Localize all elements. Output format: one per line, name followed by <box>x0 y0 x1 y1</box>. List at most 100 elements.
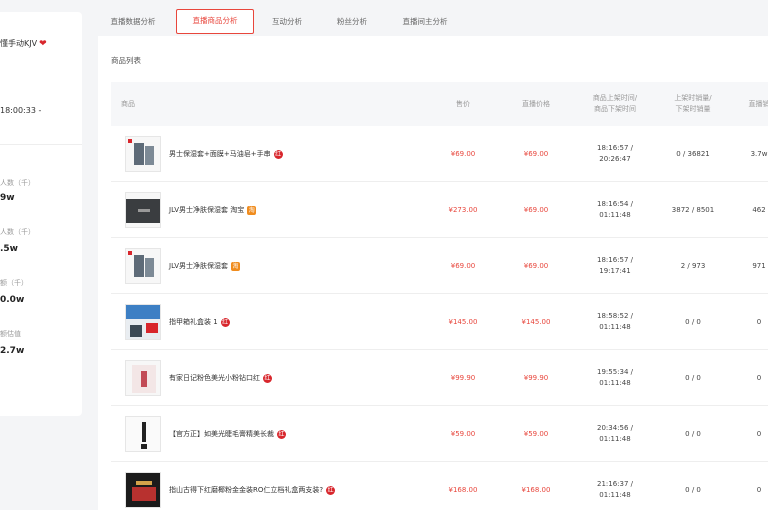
price-cell: ¥99.90 <box>450 373 476 382</box>
thumbnail-art <box>132 487 156 501</box>
thumbnail-art <box>142 422 146 442</box>
stat-label: 额（千） <box>0 279 28 287</box>
product-name[interactable]: 有家日记粉色美光小粉钻口红红 <box>169 350 272 406</box>
product-thumbnail[interactable] <box>125 472 161 508</box>
col-product: 商品 <box>121 100 135 108</box>
shelf-count-cell: 0 / 0 <box>685 485 701 494</box>
thumbnail-art <box>136 481 152 485</box>
tab-interaction[interactable]: 互动分析 <box>260 10 314 34</box>
tab-host[interactable]: 直播间主分析 <box>390 10 460 34</box>
shelf-time-cell: 21:16:37 / 01:11:48 <box>596 480 634 499</box>
platform-badge-icon: 淘 <box>230 261 240 271</box>
product-name-text: 指山古得下红磨椰粉金金装RO仁立档礼盒两支装? <box>169 486 324 494</box>
shelf-count-cell: 0 / 0 <box>685 429 701 438</box>
price-cell: ¥145.00 <box>448 317 478 326</box>
table-header: 商品 售价 直播价格 商品上架时间/ 商品下架时间 上架时销量/ 下架时销量 直… <box>111 82 768 126</box>
table-row[interactable]: 指甲箱礼盒装 1红 ¥145.00 ¥145.00 18:58:52 / 01:… <box>111 294 768 350</box>
platform-badge-icon: 红 <box>220 317 230 327</box>
shelf-time-cell: 18:16:57 / 20:26:47 <box>596 144 634 163</box>
thumbnail-art <box>141 371 147 387</box>
product-thumbnail[interactable] <box>125 416 161 452</box>
live-time: 18:00:33 - <box>0 106 42 115</box>
product-name[interactable]: JLV男士净肤保湿套 淘宝淘 <box>169 182 257 238</box>
price-cell: ¥69.00 <box>450 261 476 270</box>
table-row[interactable]: JLV男士净肤保湿套淘 ¥69.00 ¥69.00 18:16:57 / 19:… <box>111 238 768 294</box>
col-shelf-count: 上架时销量/ 下架时销量 <box>674 94 712 113</box>
product-name-text: 指甲箱礼盒装 1 <box>169 318 218 326</box>
price-cell: ¥69.00 <box>450 149 476 158</box>
stat-value: 9w <box>0 193 15 203</box>
tab-bar: 直播数据分析 直播商品分析 互动分析 粉丝分析 直播间主分析 <box>98 0 768 36</box>
stat-label: 额估值 <box>0 330 21 338</box>
product-name[interactable]: 指甲箱礼盒装 1红 <box>169 294 230 350</box>
price-cell: ¥168.00 <box>448 485 478 494</box>
shelf-time-cell: 18:16:57 / 19:17:41 <box>596 256 634 275</box>
live-sales-cell: 0 <box>756 373 762 382</box>
shelf-count-cell: 0 / 0 <box>685 373 701 382</box>
live-sales-cell: 0 <box>756 485 762 494</box>
live-price-cell: ¥69.00 <box>523 205 549 214</box>
platform-badge-icon: 红 <box>263 373 272 383</box>
live-analysis-page: 懂手动KJV ❤ 18:00:33 - 人数（千） 9w 人数（千） .5w 额（… <box>0 0 768 510</box>
heart-icon: ❤ <box>39 39 47 49</box>
table-row[interactable]: JLV男士净肤保湿套 淘宝淘 ¥273.00 ¥69.00 18:16:54 /… <box>111 182 768 238</box>
product-name[interactable]: 【官方正】如美光睫毛膏精美长裁红 <box>169 406 286 462</box>
thumbnail-art <box>134 255 144 277</box>
anchor-summary-panel: 懂手动KJV ❤ 18:00:33 - 人数（千） 9w 人数（千） .5w 额（… <box>0 12 82 416</box>
tab-live-products[interactable]: 直播商品分析 <box>176 9 254 34</box>
shelf-time-cell: 19:55:34 / 01:11:48 <box>596 368 634 387</box>
stat-label: 人数（千） <box>0 179 35 187</box>
product-thumbnail[interactable] <box>125 192 161 228</box>
thumbnail-art <box>128 251 132 255</box>
thumbnail-art <box>146 323 158 333</box>
stat-value: 0.0w <box>0 295 25 305</box>
section-title: 商品列表 <box>111 56 141 65</box>
product-name-text: JLV男士净肤保湿套 淘宝 <box>169 206 245 214</box>
live-price-cell: ¥145.00 <box>521 317 551 326</box>
thumbnail-art <box>145 258 154 277</box>
thumbnail-art <box>134 143 144 165</box>
price-cell: ¥59.00 <box>450 429 476 438</box>
shelf-count-cell: 0 / 36821 <box>676 149 710 158</box>
live-sales-cell: 971 <box>752 261 766 270</box>
tab-live-data[interactable]: 直播数据分析 <box>98 10 168 34</box>
product-thumbnail[interactable] <box>125 248 161 284</box>
stat-value: 2.7w <box>0 346 25 356</box>
live-sales-cell: 462 <box>752 205 766 214</box>
table-row[interactable]: 指山古得下红磨椰粉金金装RO仁立档礼盒两支装? 红 ¥168.00 ¥168.00… <box>111 462 768 510</box>
live-sales-cell: 3.7w <box>750 149 768 158</box>
anchor-name[interactable]: 懂手动KJV ❤ <box>0 38 47 49</box>
product-thumbnail[interactable] <box>125 304 161 340</box>
col-live-sales: 直播销 <box>748 100 768 108</box>
table-row[interactable]: 男士保湿套+面膜+马油皂+手串红 ¥69.00 ¥69.00 18:16:57 … <box>111 126 768 182</box>
thumbnail-art <box>138 209 150 212</box>
shelf-time-cell: 20:34:56 / 01:11:48 <box>596 424 634 443</box>
shelf-count-cell: 0 / 0 <box>685 317 701 326</box>
product-thumbnail[interactable] <box>125 360 161 396</box>
thumbnail-art <box>145 146 154 165</box>
main-panel: 直播数据分析 直播商品分析 互动分析 粉丝分析 直播间主分析 商品列表 商品 售… <box>98 0 768 510</box>
shelf-count-cell: 2 / 973 <box>680 261 706 270</box>
thumbnail-art <box>128 139 132 143</box>
col-price: 售价 <box>456 100 470 108</box>
shelf-time-cell: 18:16:54 / 01:11:48 <box>596 200 634 219</box>
product-thumbnail[interactable] <box>125 136 161 172</box>
live-sales-cell: 0 <box>756 429 762 438</box>
platform-badge-icon: 淘 <box>247 205 257 215</box>
table-row[interactable]: 【官方正】如美光睫毛膏精美长裁红 ¥59.00 ¥59.00 20:34:56 … <box>111 406 768 462</box>
product-name-text: JLV男士净肤保湿套 <box>169 262 228 270</box>
live-price-cell: ¥59.00 <box>523 429 549 438</box>
table-row[interactable]: 有家日记粉色美光小粉钻口红红 ¥99.90 ¥99.90 19:55:34 / … <box>111 350 768 406</box>
col-shelf-time: 商品上架时间/ 商品下架时间 <box>592 94 638 113</box>
product-name[interactable]: 男士保湿套+面膜+马油皂+手串红 <box>169 126 283 182</box>
thumbnail-art <box>126 305 160 319</box>
tab-fans[interactable]: 粉丝分析 <box>324 10 380 34</box>
product-name[interactable]: 指山古得下红磨椰粉金金装RO仁立档礼盒两支装? 红 <box>169 462 336 510</box>
product-name[interactable]: JLV男士净肤保湿套淘 <box>169 238 240 294</box>
stat-label: 人数（千） <box>0 228 35 236</box>
price-cell: ¥273.00 <box>448 205 478 214</box>
product-name-text: 【官方正】如美光睫毛膏精美长裁 <box>169 430 274 438</box>
thumbnail-art <box>141 444 147 449</box>
stat-value: .5w <box>0 244 18 254</box>
thumbnail-art <box>130 325 142 337</box>
